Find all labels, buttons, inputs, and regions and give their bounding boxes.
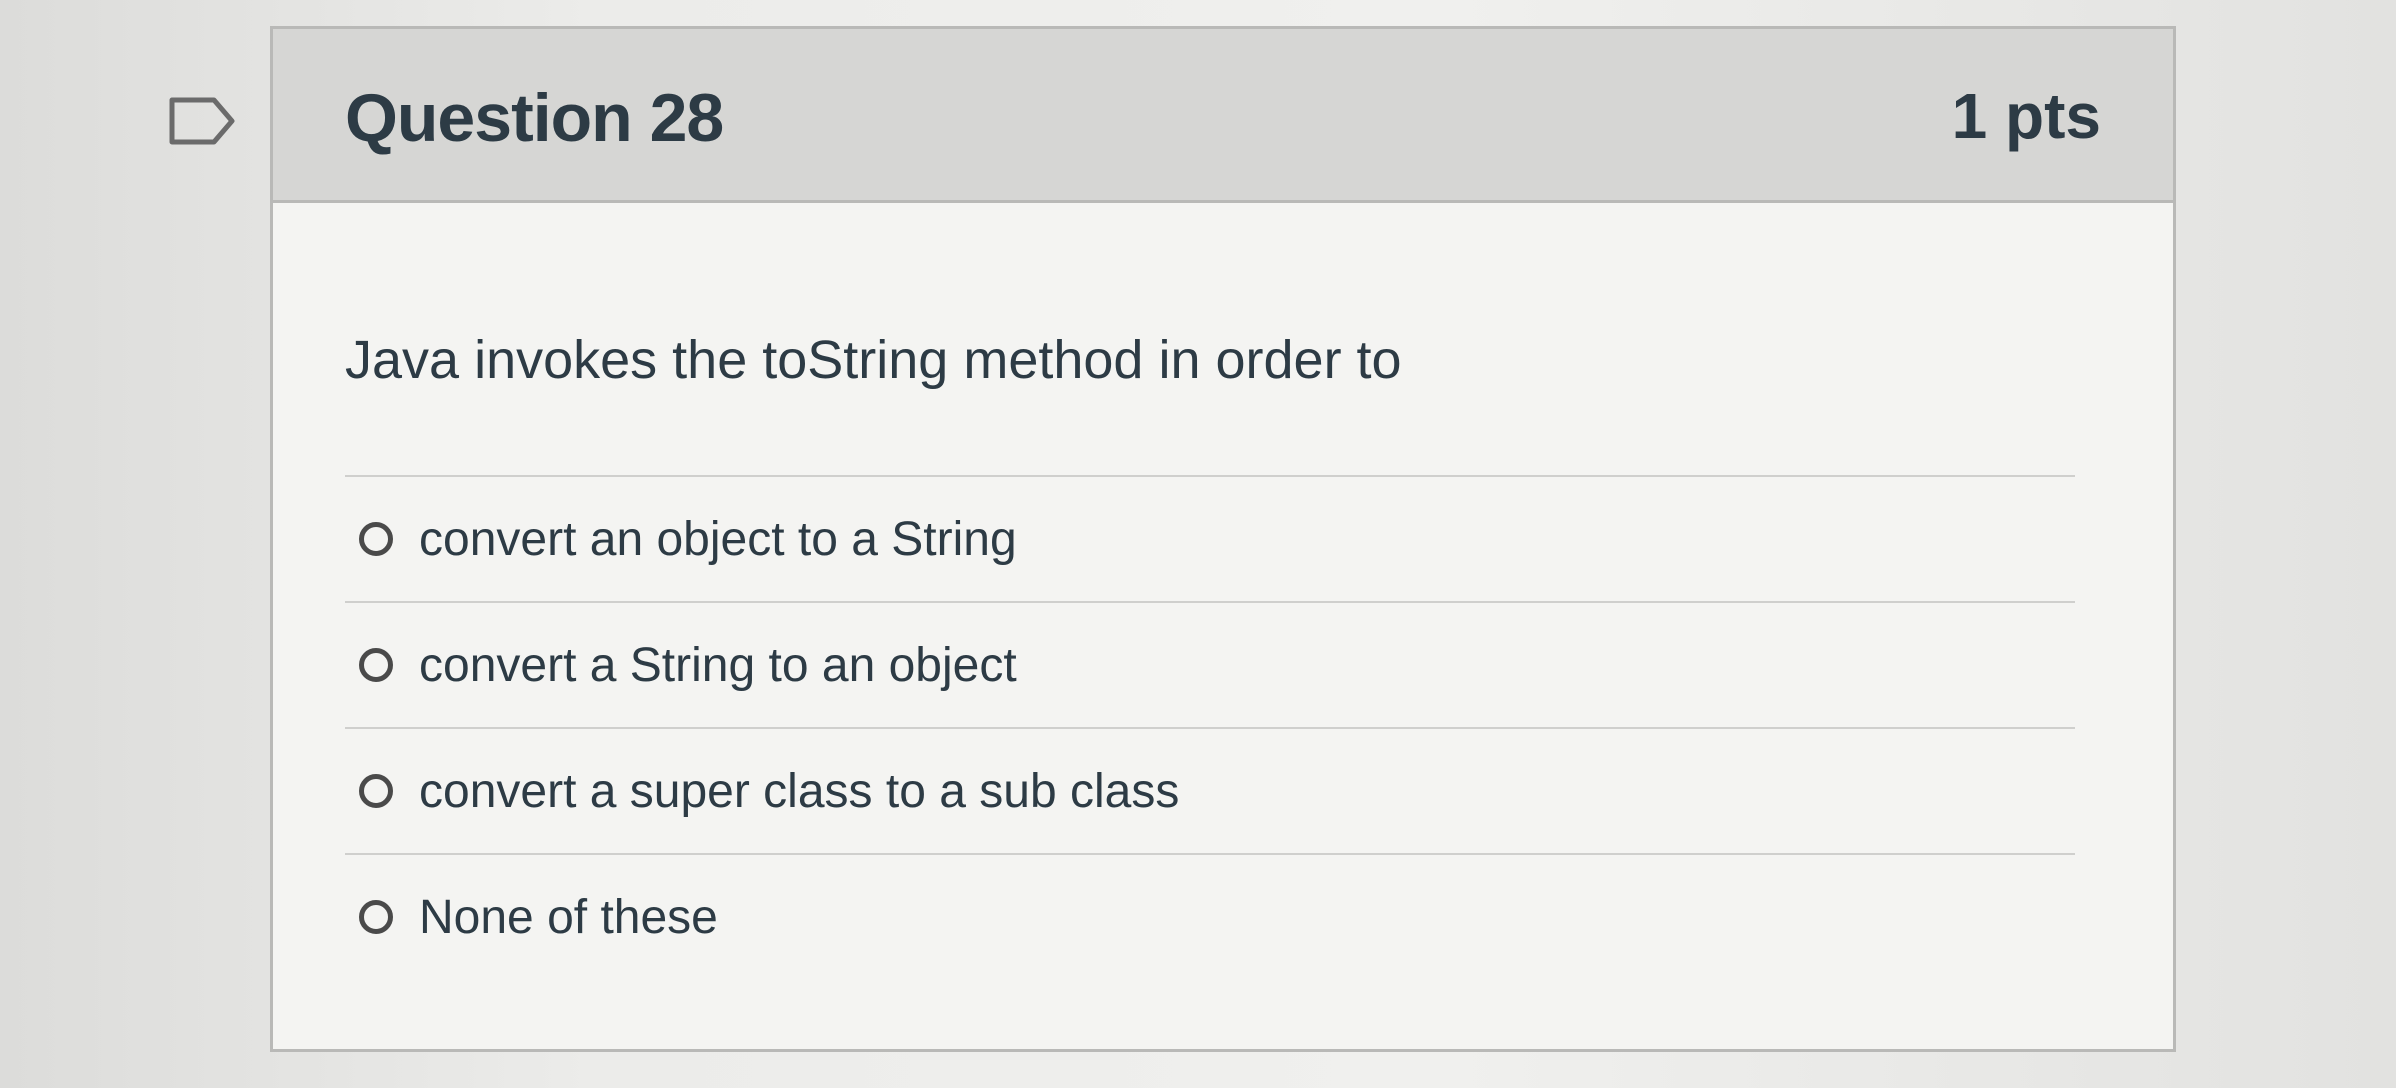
flag-question-icon[interactable]	[168, 96, 238, 146]
radio-unchecked-icon[interactable]	[359, 774, 393, 808]
answer-list: convert an object to a String convert a …	[345, 475, 2075, 979]
question-points: 1 pts	[1951, 80, 2101, 152]
question-card: Question 28 1 pts Java invokes the toStr…	[270, 26, 2176, 1052]
answer-label[interactable]: convert an object to a String	[419, 512, 1017, 567]
answer-option[interactable]: convert an object to a String	[345, 477, 2075, 603]
answer-label[interactable]: convert a String to an object	[419, 638, 1017, 693]
question-text: Java invokes the toString method in orde…	[345, 330, 1402, 390]
radio-unchecked-icon[interactable]	[359, 900, 393, 934]
question-title: Question 28	[345, 80, 724, 156]
answer-label[interactable]: None of these	[419, 890, 718, 945]
answer-option[interactable]: convert a super class to a sub class	[345, 729, 2075, 855]
answer-option[interactable]: convert a String to an object	[345, 603, 2075, 729]
radio-unchecked-icon[interactable]	[359, 522, 393, 556]
radio-unchecked-icon[interactable]	[359, 648, 393, 682]
answer-option[interactable]: None of these	[345, 855, 2075, 979]
question-header: Question 28 1 pts	[273, 29, 2173, 203]
quiz-screen: Question 28 1 pts Java invokes the toStr…	[0, 0, 2396, 1088]
answer-label[interactable]: convert a super class to a sub class	[419, 764, 1179, 819]
